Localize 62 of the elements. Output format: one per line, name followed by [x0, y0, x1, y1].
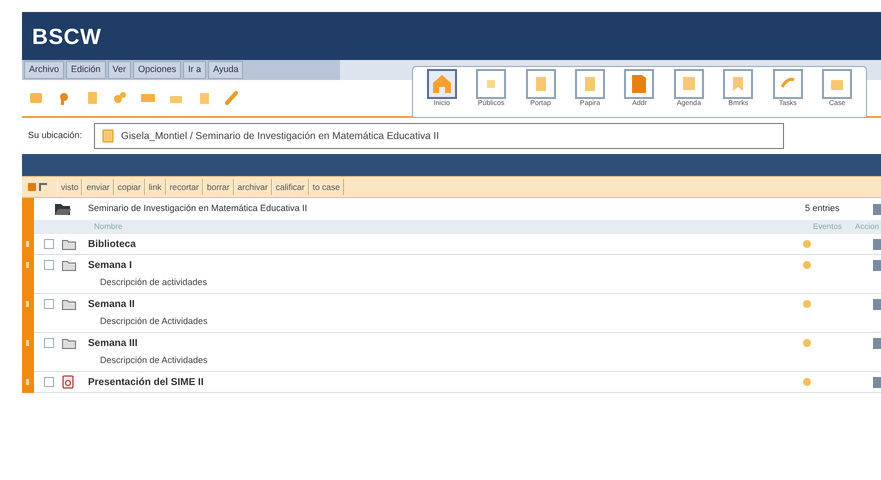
action-icon[interactable] — [873, 298, 881, 310]
action-button[interactable]: borrar — [202, 179, 234, 195]
menu-item[interactable]: Ver — [108, 61, 132, 79]
expand-icon[interactable] — [26, 340, 29, 346]
action-button[interactable]: calificar — [272, 179, 309, 195]
item-name[interactable]: Biblioteca — [88, 236, 803, 252]
link-icon[interactable] — [224, 90, 240, 106]
logo: BSCW — [32, 22, 102, 50]
folder-icon — [62, 260, 76, 270]
menu-item[interactable]: Ir a — [183, 61, 206, 79]
action-button[interactable]: recortar — [166, 179, 203, 195]
event-icon[interactable] — [803, 339, 811, 347]
event-icon[interactable] — [803, 378, 811, 386]
open-folder-icon — [54, 202, 72, 216]
action-icon[interactable] — [873, 376, 881, 388]
location-path: Gisela_Montiel / Seminario de Investigación en Matemática Educativa II — [121, 130, 439, 144]
keys-icon[interactable] — [112, 90, 128, 106]
action-icon[interactable] — [873, 260, 881, 270]
row-checkbox[interactable] — [44, 338, 54, 348]
folder-icon — [62, 298, 76, 310]
folder-icon — [62, 238, 76, 250]
presentation-icon — [62, 375, 74, 389]
action-button[interactable]: copiar — [114, 179, 145, 195]
row-checkbox[interactable] — [44, 260, 54, 270]
expand-icon[interactable] — [26, 301, 29, 307]
folder-title: Seminario de Investigación en Matemática Educativa II — [88, 202, 308, 216]
action-button[interactable]: link — [144, 179, 166, 195]
menu-item[interactable]: Ayuda — [208, 61, 244, 79]
row-checkbox[interactable] — [44, 299, 54, 309]
action-button[interactable]: visto — [57, 179, 82, 195]
folder-icon — [62, 338, 76, 348]
item-name[interactable]: Semana III — [88, 336, 803, 350]
event-icon[interactable] — [803, 300, 811, 308]
event-icon[interactable] — [803, 261, 811, 269]
event-icon[interactable] — [803, 240, 811, 248]
item-name[interactable]: Presentación del SIME II — [88, 374, 803, 390]
menu-item[interactable]: Archivo — [24, 61, 64, 79]
new-item-icon[interactable] — [28, 90, 44, 106]
item-description: Descripción de Actividades — [99, 315, 209, 328]
menu-item[interactable]: Opciones — [133, 61, 182, 79]
item-description: Descripción de Actividades — [99, 354, 209, 367]
row-checkbox[interactable] — [44, 377, 54, 387]
select-all-icon[interactable] — [28, 183, 36, 191]
item-name[interactable]: Semana II — [88, 296, 803, 312]
menu-item[interactable]: Edición — [66, 61, 106, 79]
expand-icon[interactable] — [26, 241, 29, 247]
expand-icon[interactable] — [26, 262, 29, 268]
expand-icon[interactable] — [26, 379, 29, 385]
location-label: Su ubicación: — [28, 129, 82, 142]
item-name[interactable]: Semana I — [88, 258, 803, 272]
action-button[interactable]: archivar — [234, 179, 272, 195]
action-icon[interactable] — [873, 204, 881, 214]
location-field[interactable]: Gisela_Montiel / Seminario de Investigación en Matemática Educativa II — [94, 123, 784, 149]
folder-icon — [101, 129, 116, 143]
action-icon[interactable] — [873, 238, 881, 250]
row-checkbox[interactable] — [44, 239, 54, 249]
action-icon[interactable] — [873, 338, 881, 348]
item-description: Descripción de actividades — [99, 276, 208, 289]
select-none-icon[interactable] — [39, 183, 47, 191]
action-button[interactable]: enviar — [82, 179, 114, 195]
entry-count: 5 entries — [805, 202, 841, 216]
action-button[interactable]: to case — [308, 179, 344, 195]
